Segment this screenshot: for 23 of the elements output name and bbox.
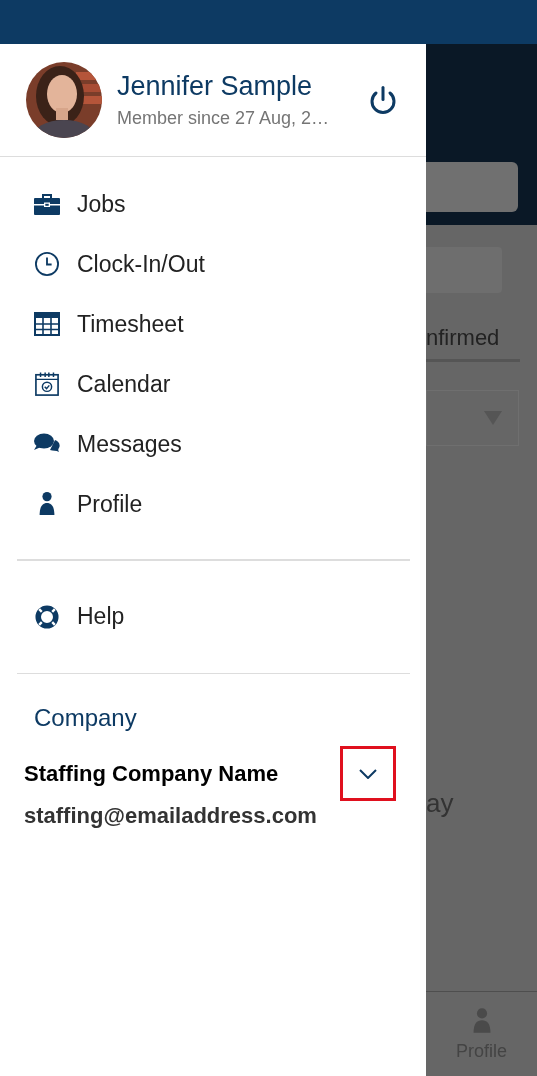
calendar-icon — [34, 372, 60, 396]
briefcase-icon — [34, 192, 60, 216]
menu-item[interactable]: Jobs — [77, 190, 126, 218]
power-icon[interactable] — [368, 84, 398, 116]
company-name: Staffing Company Name — [24, 760, 280, 787]
expand-button[interactable] — [340, 746, 396, 801]
menu-item[interactable]: Clock-In/Out — [77, 250, 205, 278]
table-icon — [34, 312, 60, 336]
section-heading: Company — [34, 704, 138, 732]
menu-item[interactable]: Profile — [77, 490, 143, 518]
menu-item[interactable]: Timesheet — [77, 310, 184, 338]
company-email: staffing@emailaddress.com — [24, 803, 318, 829]
menu-item[interactable]: Calendar — [77, 370, 171, 398]
dropdown[interactable] — [426, 390, 519, 446]
menu-item[interactable]: Help — [77, 603, 125, 630]
menu-item[interactable]: Messages — [77, 430, 182, 458]
search-field[interactable] — [426, 162, 518, 212]
user-name: Jennifer Sample — [117, 71, 314, 102]
lifebuoy-icon — [34, 604, 60, 629]
chevron-down-icon — [359, 768, 377, 779]
member-since: Member since 27 Aug, 2… — [117, 108, 331, 129]
filter-chip[interactable] — [426, 247, 502, 293]
clock-icon — [34, 252, 60, 276]
